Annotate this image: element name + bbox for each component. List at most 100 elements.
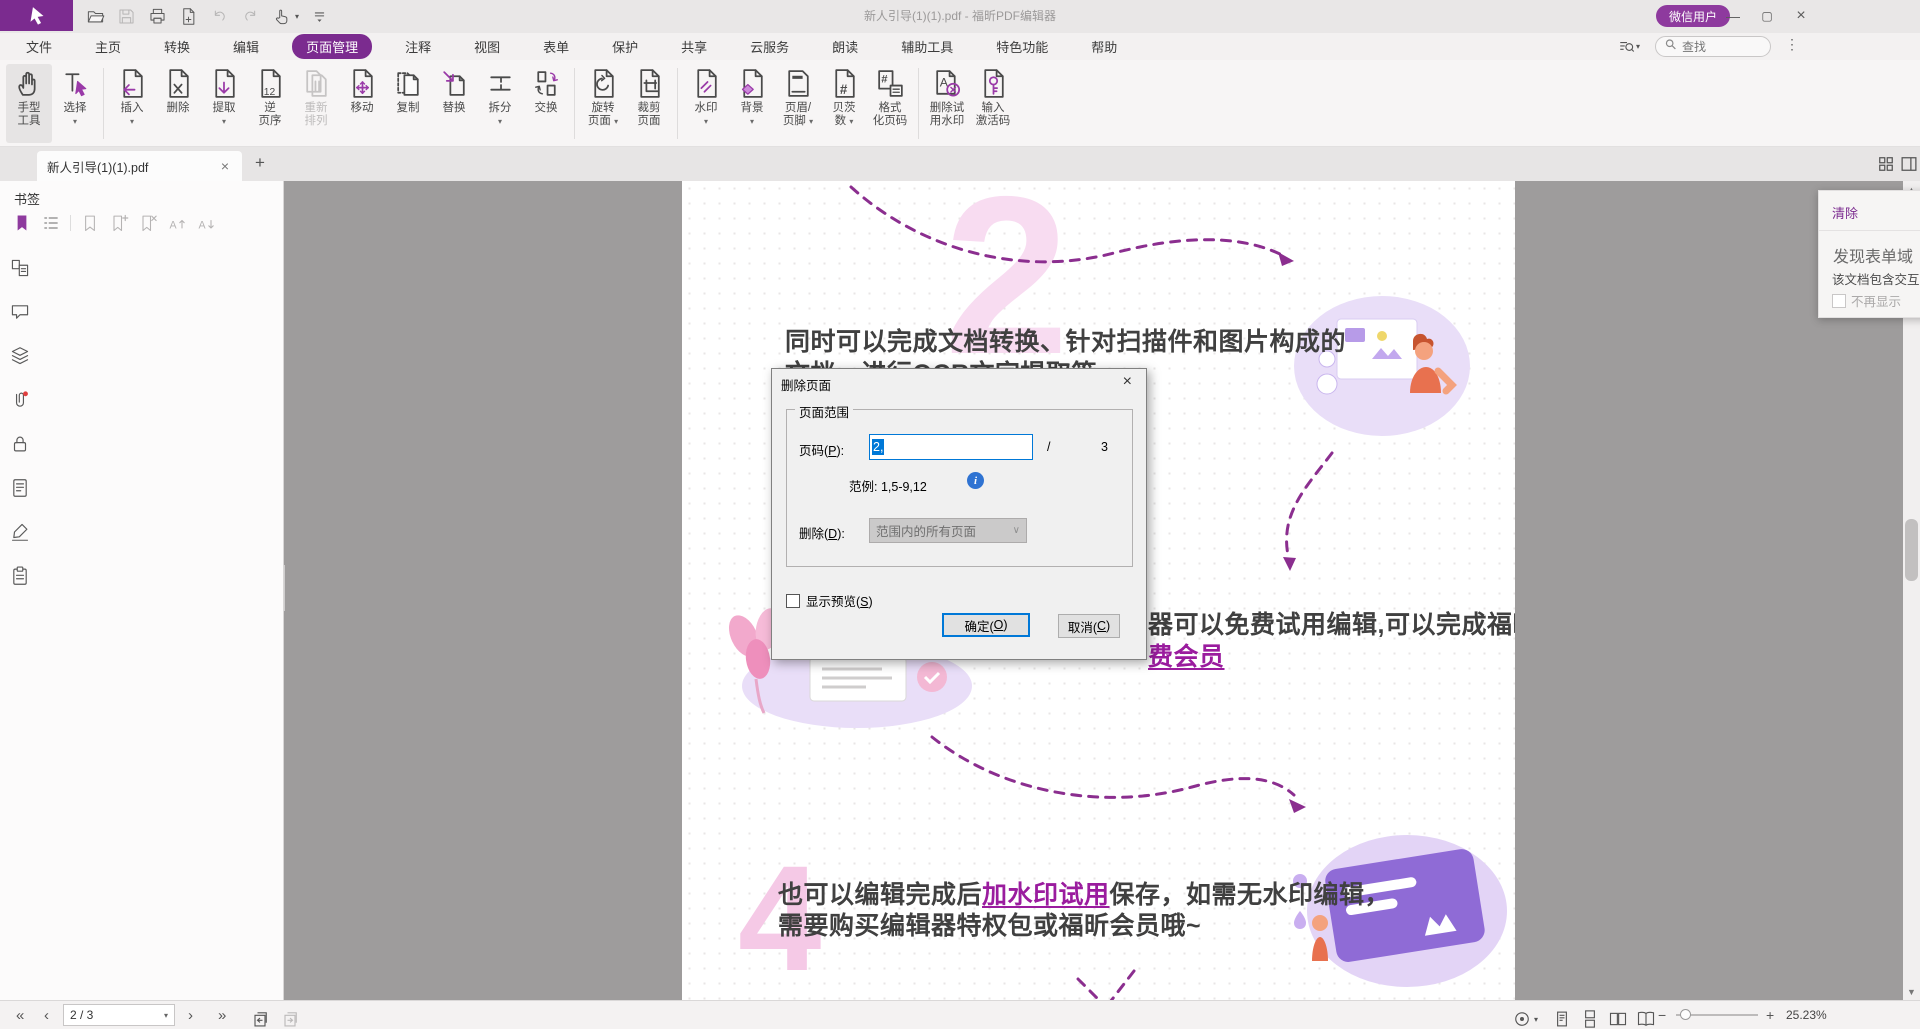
new-page-icon[interactable] [177,6,199,28]
ok-button[interactable]: 确定(O) [942,613,1030,637]
toolbar-delete-button[interactable]: 删除 [155,64,201,143]
scrollbar-thumb[interactable] [1905,519,1918,581]
toolbar-copy-button[interactable]: 复制 [385,64,431,143]
toolbar-select-button[interactable]: 选择▾ [52,64,98,143]
menu-item-10[interactable]: 共享 [671,34,717,59]
continuous-icon[interactable] [1580,1009,1600,1029]
toolbar-split-button[interactable]: 拆分▾ [477,64,523,143]
tab-close-icon[interactable]: × [218,158,232,174]
previous-view-icon[interactable] [250,1005,270,1029]
cancel-button[interactable]: 取消(C) [1058,614,1120,638]
toolbar-hand-button[interactable]: 手型工具 [6,64,52,143]
bookmark-filled-icon[interactable] [12,213,32,233]
dismiss-row[interactable]: 不再显示 [1832,291,1901,310]
toolbar-removewatermark-button[interactable]: A删除试用水印 [924,64,970,143]
document-tab[interactable]: 新人引导(1)(1).pdf × [37,151,242,181]
attachments-icon[interactable] [9,389,31,411]
toolbar-formatpage-button[interactable]: #格式化页码 [867,64,913,143]
layers-icon[interactable] [9,345,31,367]
display-mode-icon[interactable]: ▾ [1512,1005,1538,1029]
toolbar-crop-button[interactable]: 裁剪页面 [626,64,672,143]
zoom-out-icon[interactable]: − [1658,1001,1666,1029]
first-page-icon[interactable]: « [16,1001,24,1029]
reading-panel-icon[interactable] [1899,154,1919,174]
menu-item-5[interactable]: 页面管理 [292,34,372,59]
page-number-box[interactable]: 2 / 3 ▾ [63,1004,175,1026]
more-options-icon[interactable]: ⋮ [1785,36,1799,53]
new-tab-icon[interactable]: + [255,153,265,173]
toolbar-insert-button[interactable]: 插入▾ [109,64,155,143]
toolbar-swap-button[interactable]: 交换 [523,64,569,143]
menu-item-13[interactable]: 辅助工具 [891,34,963,59]
menu-item-7[interactable]: 视图 [464,34,510,59]
toolbar-rotate-button[interactable]: 旋转页面 ▾ [580,64,626,143]
toolbar-replace-button[interactable]: 替换 [431,64,477,143]
menu-item-3[interactable]: 转换 [154,34,200,59]
book-view-icon[interactable] [1636,1009,1656,1029]
clipboard-icon[interactable] [9,565,31,587]
comments-icon[interactable] [9,301,31,323]
toolbar-background-button[interactable]: 背景▾ [729,64,775,143]
app-logo[interactable] [0,0,73,31]
menu-item-12[interactable]: 朗读 [822,34,868,59]
toolbar-activationkey-button[interactable]: 输入激活码 [970,64,1016,143]
grid-view-icon[interactable] [1876,154,1896,174]
zoom-in-icon[interactable]: + [1766,1001,1774,1029]
dismiss-checkbox[interactable] [1832,294,1846,308]
print-icon[interactable] [146,6,168,28]
toolbar-reverse-button[interactable]: 12逆页序 [247,64,293,143]
search-input[interactable] [1682,40,1762,54]
menu-item-8[interactable]: 表单 [533,34,579,59]
next-page-icon[interactable]: › [188,1001,193,1029]
menu-item-2[interactable]: 主页 [85,34,131,59]
replace-icon [438,67,471,100]
signature-icon[interactable] [9,521,31,543]
customize-toolbar-icon[interactable] [308,6,330,28]
info-icon[interactable]: i [967,472,984,489]
show-preview-row[interactable]: 显示预览(S) [786,591,873,610]
security-icon[interactable] [9,433,31,455]
toolbar-bates-button[interactable]: #贝茨数 ▾ [821,64,867,143]
next-view-icon[interactable] [280,1005,300,1029]
page-thumbnails-icon[interactable] [9,257,31,279]
page-number-display: 2 / 3 [70,1008,93,1022]
chevron-down-icon[interactable]: ▾ [295,12,299,21]
maximize-icon[interactable]: ▢ [1750,0,1784,31]
clear-button[interactable]: 清除 [1832,203,1858,222]
close-icon[interactable]: × [1784,0,1818,31]
toolbar-extract-button[interactable]: 提取▾ [201,64,247,143]
minimize-icon[interactable]: — [1716,0,1750,31]
form-field-notification: 清除 ◀ 1 / 2 ▶ 发现表单域 该文档包含交互式表单域。 [1818,190,1920,318]
menu-item-1[interactable]: 文件 [16,34,62,59]
dialog-close-icon[interactable]: × [1117,371,1138,393]
menu-item-15[interactable]: 帮助 [1081,34,1127,59]
watermark-trial-link[interactable]: 加水印试用 [982,881,1110,909]
prev-page-icon[interactable]: ‹ [44,1001,49,1029]
zoom-slider-knob[interactable] [1680,1009,1691,1020]
open-folder-icon[interactable] [84,6,106,28]
hand-pointer-icon[interactable] [270,6,292,28]
page-number-label: 页码(P): [799,440,844,459]
menu-item-9[interactable]: 保护 [602,34,648,59]
toolbar-separator [70,215,71,231]
menu-item-6[interactable]: 注释 [395,34,441,59]
page-range-input[interactable]: 2, [869,434,1033,460]
search-box[interactable] [1655,36,1771,57]
show-preview-checkbox[interactable] [786,594,800,608]
last-page-icon[interactable]: » [218,1001,226,1029]
toolbar-watermark-button[interactable]: 水印▾ [683,64,729,143]
single-page-icon[interactable] [1552,1009,1572,1029]
menu-item-4[interactable]: 编辑 [223,34,269,59]
search-settings-icon[interactable]: ▾ [1618,36,1648,57]
toolbar-move-button[interactable]: 移动 [339,64,385,143]
articles-icon[interactable] [9,477,31,499]
bookmark-list-icon[interactable] [41,213,61,233]
toolbar-separator [918,68,919,139]
scroll-down-icon[interactable]: ▼ [1903,983,1920,1000]
background-icon [736,67,769,100]
facing-icon[interactable] [1608,1009,1628,1029]
toolbar-headerfooter-button[interactable]: 页眉/页脚 ▾ [775,64,821,143]
doc-member-link[interactable]: 费会员 [1148,637,1225,673]
menu-item-11[interactable]: 云服务 [740,34,799,59]
menu-item-14[interactable]: 特色功能 [986,34,1058,59]
